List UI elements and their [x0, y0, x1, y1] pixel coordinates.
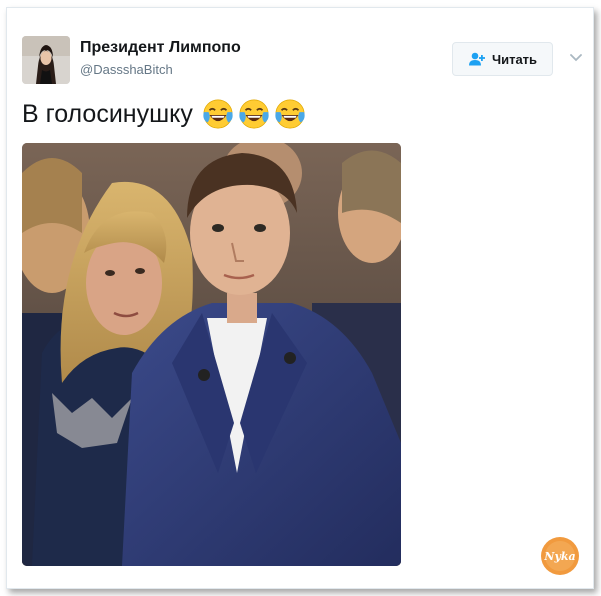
follow-button-label: Читать [491, 51, 538, 67]
author-handle[interactable]: @DassshaBitch [80, 62, 173, 77]
watermark-text: Nyka [543, 550, 575, 563]
tears-of-joy-emoji-icon [275, 99, 305, 129]
photo-content [22, 143, 401, 566]
tweet-photo[interactable] [22, 143, 401, 566]
avatar-photo [22, 36, 70, 84]
add-user-icon [468, 52, 485, 66]
tears-of-joy-emoji-icon [239, 99, 269, 129]
follow-button[interactable]: Читать [452, 42, 553, 76]
tears-of-joy-emoji-icon [203, 99, 233, 129]
chevron-down-icon[interactable] [568, 52, 584, 64]
watermark-logo: Nyka [540, 536, 580, 576]
tweet-text-content: В голосинушку [22, 99, 193, 128]
author-name[interactable]: Президент Лимпопо [80, 39, 241, 57]
author-avatar[interactable] [22, 36, 70, 84]
tweet-text: В голосинушку [22, 96, 307, 132]
